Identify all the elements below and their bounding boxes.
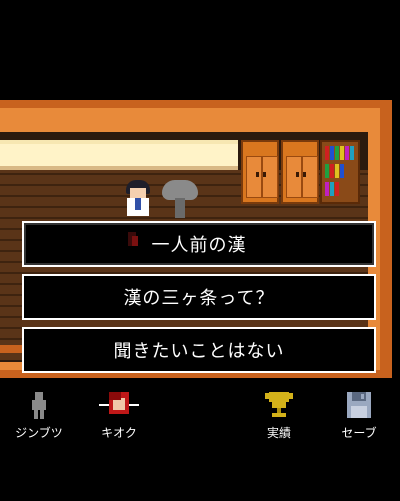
book	[325, 146, 329, 160]
menu-label: ジンブツ	[15, 426, 63, 440]
book	[335, 164, 339, 178]
choice-option-2[interactable]: 漢の三ヶ条って？	[22, 274, 376, 320]
stone-statue	[162, 180, 198, 220]
menu-label: キオク	[101, 426, 137, 440]
cursor-fill	[132, 236, 138, 246]
book	[325, 164, 329, 178]
wardrobe-right	[281, 140, 319, 204]
player-character	[124, 180, 152, 216]
floppy-disk-icon	[344, 390, 374, 420]
selection-cursor-icon	[128, 232, 142, 250]
wardrobe-eye	[296, 172, 299, 177]
choice-label: 聞きたいことはない	[113, 341, 285, 362]
menu-save-button[interactable]: セーブ	[324, 390, 394, 446]
statue-base	[175, 198, 185, 218]
statue-top	[162, 180, 198, 200]
menu-achievements-button[interactable]: 実績	[244, 390, 314, 446]
wardrobe-door	[302, 156, 318, 198]
menu-label: 実績	[266, 426, 291, 440]
menu-memory-button[interactable]: キオク	[84, 390, 154, 446]
book	[335, 146, 339, 160]
book	[350, 146, 354, 160]
character-face	[130, 188, 146, 198]
wardrobe-eye	[256, 172, 259, 177]
choice-option-3[interactable]: 聞きたいことはない	[22, 327, 376, 373]
trophy-icon	[264, 390, 294, 420]
person-silhouette-icon	[24, 390, 54, 420]
bookshelf	[320, 140, 360, 204]
book	[340, 164, 344, 178]
choice-label: 一人前の漢	[151, 235, 247, 256]
book	[335, 182, 339, 196]
wardrobe-door	[286, 156, 302, 198]
wardrobe-door	[246, 156, 262, 198]
back-wall-strip	[0, 140, 238, 170]
menu-label: セーブ	[341, 426, 377, 440]
wardrobe-eye	[303, 172, 306, 177]
book	[330, 164, 334, 178]
book	[330, 146, 334, 160]
book	[330, 182, 334, 196]
choice-label: 漢の三ヶ条って？	[123, 288, 275, 309]
wardrobe-left	[241, 140, 279, 204]
choice-option-1[interactable]: 一人前の漢	[22, 221, 376, 267]
book	[325, 182, 329, 196]
book	[340, 146, 344, 160]
wardrobe-door	[262, 156, 278, 198]
character-tie	[135, 198, 141, 210]
menu-people-button[interactable]: ジンブツ	[4, 390, 74, 446]
memory-portrait-icon	[99, 390, 139, 420]
book	[345, 146, 349, 160]
wardrobe-eye	[263, 172, 266, 177]
